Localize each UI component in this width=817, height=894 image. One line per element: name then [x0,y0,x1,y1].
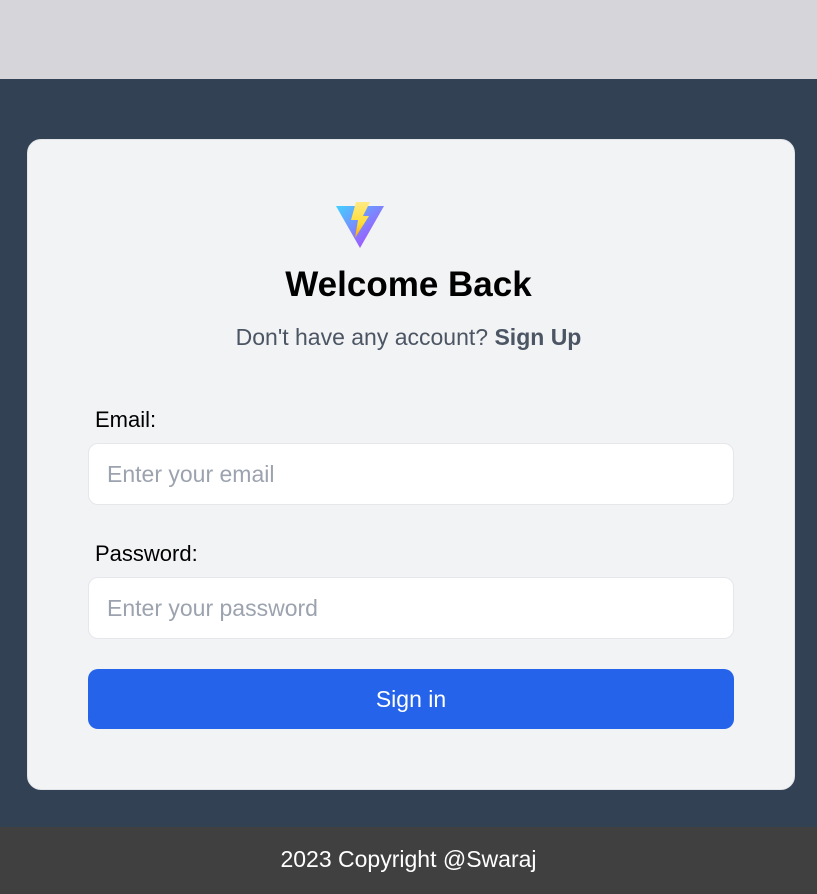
signup-prompt: Don't have any account? Sign Up [0,322,817,352]
password-input[interactable] [88,577,734,639]
signup-link[interactable]: Sign Up [494,324,581,350]
page-title: Welcome Back [285,265,532,304]
signup-prompt-text: Don't have any account? [235,324,495,350]
password-label: Password: [95,541,198,566]
sign-in-button[interactable]: Sign in [88,669,734,729]
top-bar [0,0,817,79]
email-input[interactable] [88,443,734,505]
email-label: Email: [95,407,157,432]
vite-logo-icon [336,202,384,248]
footer-copyright: 2023 Copyright @Swaraj [0,827,817,894]
